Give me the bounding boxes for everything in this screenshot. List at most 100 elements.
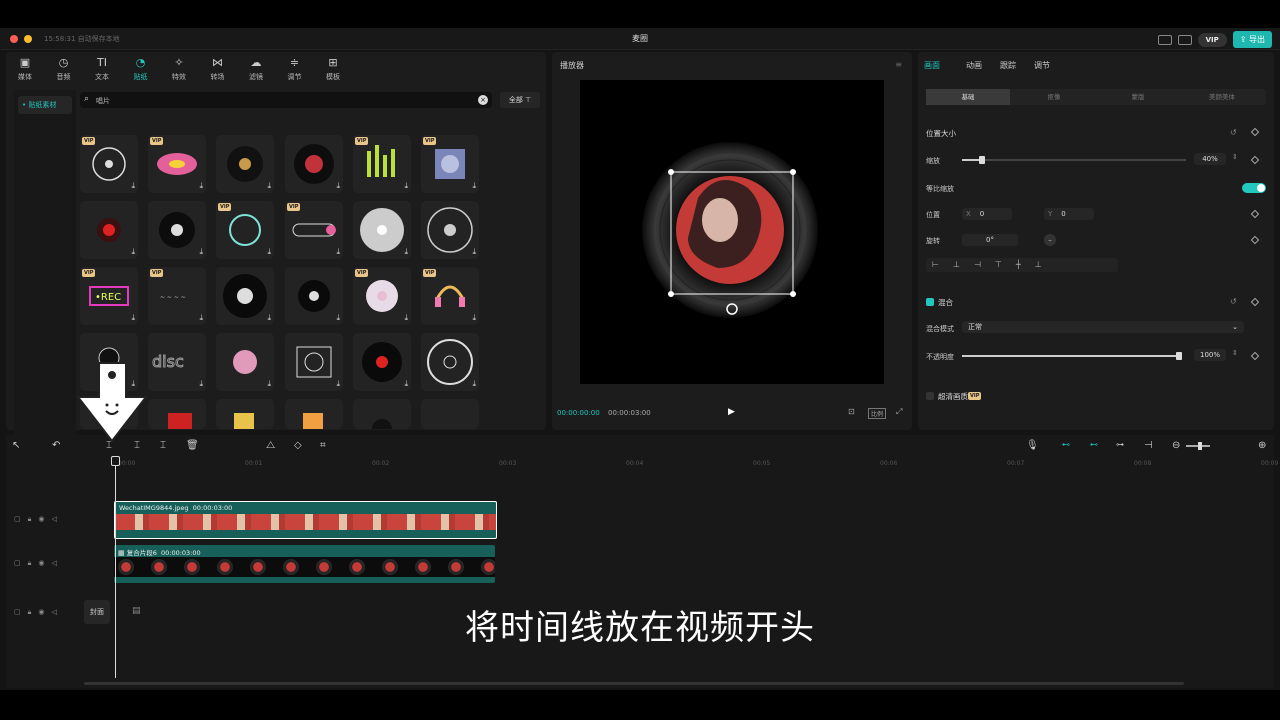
sticker-item[interactable]: ⤓ <box>353 333 411 391</box>
props-tab-2[interactable]: 跟踪 <box>1000 60 1016 71</box>
opacity-stepper[interactable]: ⇕ <box>1232 349 1238 357</box>
microphone-icon[interactable]: 🎙 <box>1026 440 1039 451</box>
sticker-item[interactable]: ~ ~ ~ ~ VIP ⤓ <box>148 267 206 325</box>
sticker-item[interactable]: ⤓ <box>216 333 274 391</box>
tab-sticker[interactable]: ◔ 贴纸 <box>126 56 156 82</box>
sticker-item[interactable]: ⤓ <box>421 333 479 391</box>
track-select-icon[interactable]: ▢ <box>14 559 21 568</box>
fullscreen-icon[interactable]: ⤢ <box>896 407 902 417</box>
fit-icon[interactable]: ⊡ <box>848 407 855 416</box>
vip-badge[interactable]: VIP <box>1197 32 1227 47</box>
download-icon[interactable]: ⤓ <box>472 181 476 191</box>
hd-checkbox[interactable] <box>926 392 934 400</box>
speaker-icon[interactable]: ◁ <box>51 515 56 524</box>
sticker-item[interactable]: VIP ⤓ <box>353 135 411 193</box>
scale-stepper[interactable]: ⇕ <box>1232 153 1238 161</box>
search-input[interactable]: ⌕ 唱片 × <box>80 92 492 108</box>
zoom-slider[interactable] <box>1186 442 1210 450</box>
timeline-scrollbar[interactable] <box>84 682 1184 685</box>
tab-template[interactable]: ⊞ 模板 <box>318 56 348 82</box>
download-icon[interactable]: ⤓ <box>336 313 340 323</box>
download-icon[interactable]: ⤓ <box>404 247 408 257</box>
props-tab-0[interactable]: 画面 <box>924 60 940 71</box>
playhead-handle[interactable] <box>111 456 120 466</box>
sticker-item[interactable]: ⤓ <box>216 135 274 193</box>
tab-audio[interactable]: ◷ 音频 <box>49 56 79 82</box>
sticker-item[interactable] <box>421 399 479 429</box>
sticker-item[interactable]: ⤓ <box>285 135 343 193</box>
clear-search-icon[interactable]: × <box>478 95 488 105</box>
sticker-item[interactable] <box>148 399 206 429</box>
image-clip[interactable]: WechatIMG9844.jpeg 00:00:03:00 <box>114 501 497 539</box>
sticker-item[interactable]: VIP ⤓ <box>421 267 479 325</box>
download-icon[interactable]: ⤓ <box>131 313 135 323</box>
tab-effects[interactable]: ✧ 特效 <box>164 56 194 82</box>
download-icon[interactable]: ⤓ <box>199 181 203 191</box>
lock-icon[interactable]: 🔒︎ <box>28 559 32 568</box>
select-tool-icon[interactable]: ↖ <box>12 440 20 451</box>
sticker-item[interactable]: •REC VIP ⤓ <box>80 267 138 325</box>
lock-icon[interactable]: 🔒︎ <box>28 515 32 524</box>
link-main-track-icon[interactable]: ⊷ <box>1062 440 1070 449</box>
sticker-item[interactable]: ⤓ <box>80 201 138 259</box>
seg-mask[interactable]: 蒙版 <box>1096 89 1180 105</box>
sidebar-item-sticker-assets[interactable]: • 贴纸素材 <box>18 96 72 114</box>
scale-value[interactable]: 40% <box>1194 153 1226 165</box>
sticker-item[interactable]: VIP ⤓ <box>216 201 274 259</box>
sticker-item[interactable]: VIP ⤓ <box>148 135 206 193</box>
speaker-icon[interactable]: ◁ <box>51 559 56 568</box>
sticker-item[interactable]: VIP ⤓ <box>421 135 479 193</box>
split-right-icon[interactable]: ⌶ <box>160 440 166 451</box>
zoom-out-icon[interactable]: ⊖ <box>1172 440 1180 451</box>
sticker-item[interactable]: ⤓ <box>216 267 274 325</box>
download-icon[interactable]: ⤓ <box>472 313 476 323</box>
sticker-item[interactable] <box>353 399 411 429</box>
export-button[interactable]: ⇪ 导出 <box>1232 31 1272 48</box>
seg-keying[interactable]: 抠像 <box>1012 89 1096 105</box>
download-icon[interactable]: ⤓ <box>472 379 476 389</box>
ratio-button[interactable]: 比例 <box>868 408 887 419</box>
eye-icon[interactable]: ◉ <box>38 559 44 568</box>
download-icon[interactable]: ⤓ <box>131 247 135 257</box>
blend-mode-select[interactable]: 正常 ⌄ <box>962 321 1244 333</box>
sticker-item[interactable]: VIP ⤓ <box>80 135 138 193</box>
opacity-slider[interactable] <box>962 352 1182 360</box>
seg-beauty[interactable]: 美颜美体 <box>1180 89 1264 105</box>
rotate-value[interactable]: 0° <box>962 234 1018 246</box>
sticker-item[interactable]: VIP ⤓ <box>285 201 343 259</box>
sticker-item[interactable]: VIP ⤓ <box>353 267 411 325</box>
sticker-item[interactable]: ⤓ <box>148 201 206 259</box>
rotate-dial-icon[interactable]: – <box>1044 234 1056 246</box>
download-icon[interactable]: ⤓ <box>199 247 203 257</box>
download-icon[interactable]: ⤓ <box>404 313 408 323</box>
download-icon[interactable]: ⤓ <box>336 379 340 389</box>
scale-slider[interactable] <box>962 156 1186 164</box>
x-field[interactable]: X 0 <box>962 208 1012 220</box>
menu-icon[interactable]: ≡ <box>895 60 902 69</box>
tab-filter[interactable]: ☁ 滤镜 <box>241 56 271 82</box>
mirror-icon[interactable]: ⧍ <box>266 440 275 451</box>
download-icon[interactable]: ⤓ <box>336 181 340 191</box>
download-icon[interactable]: ⤓ <box>267 181 271 191</box>
download-icon[interactable]: ⤓ <box>267 379 271 389</box>
rotate-clip-icon[interactable]: ◇ <box>294 440 302 451</box>
download-icon[interactable]: ⤓ <box>199 379 203 389</box>
track-select-icon[interactable]: ▢ <box>14 515 21 524</box>
sticker-item[interactable]: ⤓ <box>353 201 411 259</box>
uniform-scale-toggle[interactable] <box>1242 183 1266 193</box>
opacity-handle[interactable] <box>1176 352 1182 360</box>
y-field[interactable]: Y 0 <box>1044 208 1094 220</box>
sticker-item[interactable]: ⤓ <box>285 267 343 325</box>
opacity-value[interactable]: 100% <box>1194 349 1226 361</box>
tab-adjust[interactable]: ≑ 调节 <box>280 56 310 82</box>
reset-icon[interactable]: ↺ <box>1230 128 1237 137</box>
download-icon[interactable]: ⤓ <box>267 247 271 257</box>
sticker-item[interactable]: disc ⤓ <box>148 333 206 391</box>
tab-transition[interactable]: ⋈ 转场 <box>203 56 233 82</box>
tab-text[interactable]: TI 文本 <box>87 56 117 82</box>
filter-button[interactable]: 全部 ⊤ <box>500 92 540 108</box>
crop-icon[interactable]: ⌗ <box>320 440 326 451</box>
layout-icon[interactable] <box>1177 34 1192 45</box>
sticker-item[interactable] <box>216 399 274 429</box>
download-icon[interactable]: ⤓ <box>404 181 408 191</box>
